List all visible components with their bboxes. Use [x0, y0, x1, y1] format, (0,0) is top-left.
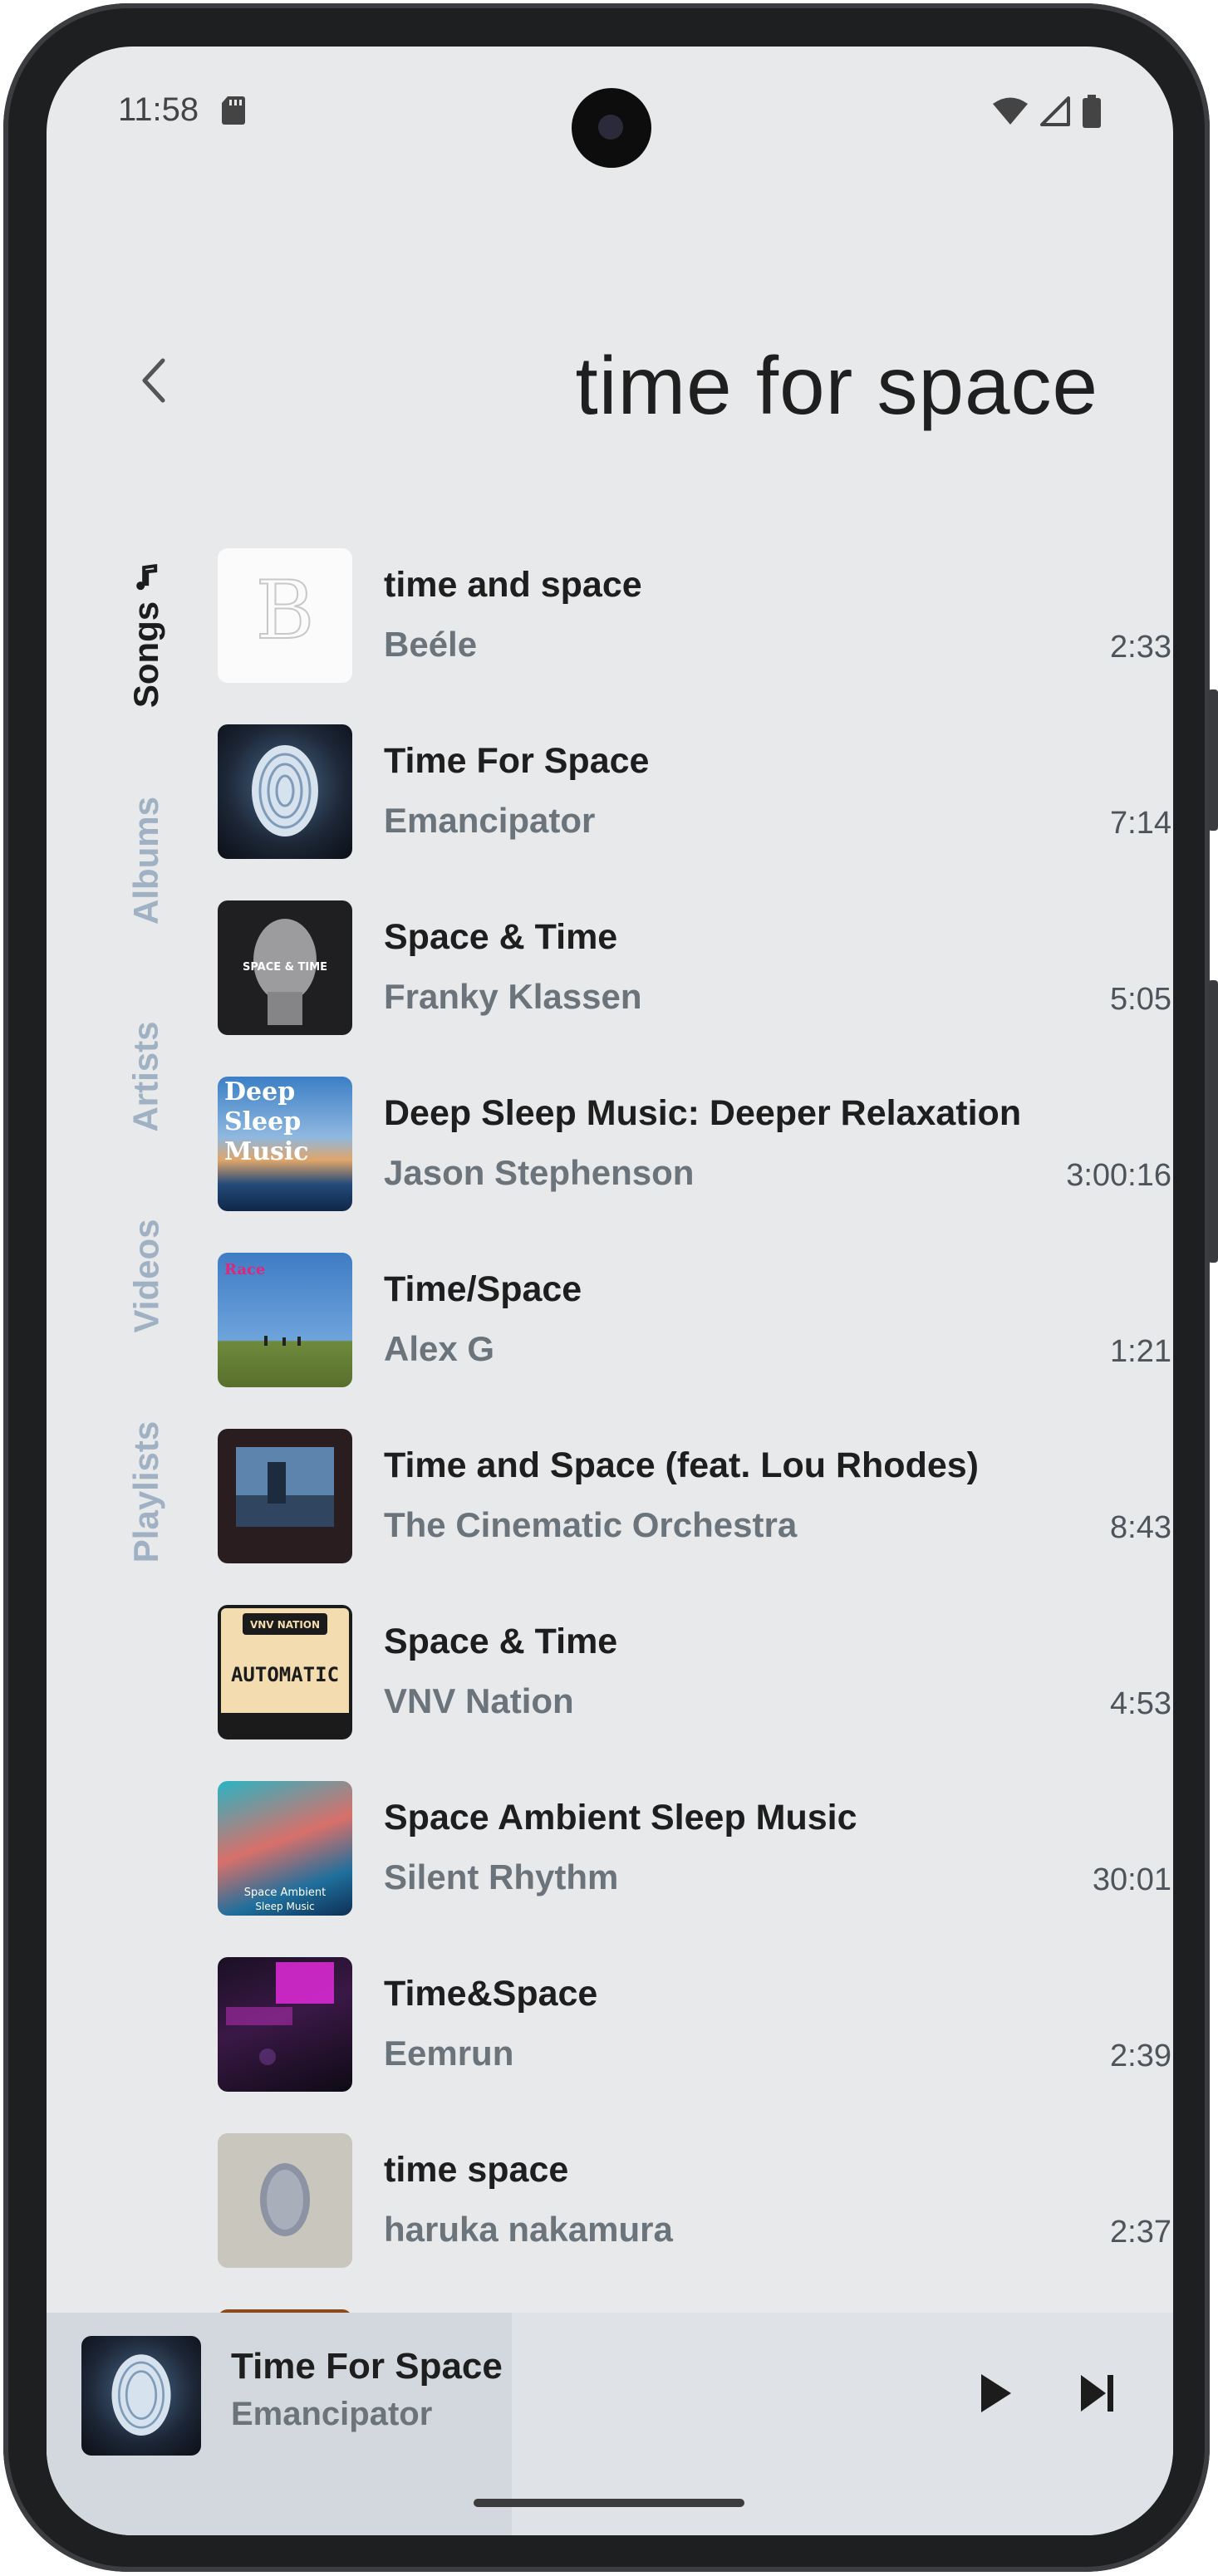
song-duration: 8:43 — [1110, 1510, 1171, 1545]
page-title: time for space — [575, 340, 1098, 431]
song-row[interactable]: B time and space Beéle 2:33 — [218, 548, 1173, 684]
song-title: time space — [384, 2150, 569, 2190]
song-artist: Alex G — [384, 1329, 495, 1368]
svg-text:B: B — [256, 564, 315, 657]
song-artist: haruka nakamura — [384, 2210, 673, 2249]
song-title: time and space — [384, 565, 642, 605]
song-duration: 1:21 — [1110, 1334, 1171, 1369]
song-duration: 2:39 — [1110, 2039, 1171, 2073]
now-playing-artist: Emancipator — [231, 2396, 433, 2432]
now-playing-art — [81, 2336, 201, 2456]
album-art — [218, 1957, 352, 2092]
song-title: Space & Time — [384, 917, 618, 957]
song-duration: 7:14 — [1110, 806, 1171, 841]
play-icon — [981, 2374, 1011, 2412]
svg-text:Music: Music — [224, 1137, 309, 1166]
song-row[interactable]: Race Time/Space Alex G 1:21 — [218, 1253, 1173, 1389]
song-duration: 2:33 — [1110, 630, 1171, 665]
status-icons — [992, 95, 1102, 128]
tab-label: Songs — [126, 601, 165, 709]
song-artist: Franky Klassen — [384, 977, 642, 1016]
svg-text:Sleep: Sleep — [224, 1107, 301, 1136]
tab-videos[interactable]: Videos — [96, 1193, 196, 1359]
play-button[interactable] — [967, 2364, 1025, 2422]
song-title: Time&Space — [384, 1974, 598, 2014]
signal-icon — [1040, 96, 1070, 126]
song-duration: 5:05 — [1110, 982, 1171, 1017]
song-title: Time/Space — [384, 1269, 582, 1309]
power-button — [1208, 980, 1218, 1263]
wifi-icon — [993, 97, 1028, 125]
album-art — [218, 2133, 352, 2268]
song-title: Time and Space (feat. Lou Rhodes) — [384, 1445, 979, 1485]
album-art: Deep Sleep Music — [218, 1077, 352, 1211]
album-art — [218, 724, 352, 859]
song-row[interactable]: Time and Space (feat. Lou Rhodes) The Ci… — [218, 1429, 1173, 1565]
svg-text:SPACE & TIME: SPACE & TIME — [243, 961, 327, 974]
album-art — [218, 1429, 352, 1563]
svg-text:Sleep Music: Sleep Music — [255, 1901, 314, 1912]
song-duration: 3:00:16 — [1066, 1158, 1171, 1193]
skip-next-button[interactable] — [1068, 2364, 1127, 2422]
album-art: SPACE & TIME — [218, 900, 352, 1035]
svg-text:Space Ambient: Space Ambient — [244, 1887, 327, 1899]
album-art: Race — [218, 1253, 352, 1387]
tab-artists[interactable]: Artists — [96, 994, 196, 1160]
tab-albums[interactable]: Albums — [96, 778, 196, 944]
sd-card-icon — [222, 96, 245, 125]
svg-text:VNV NATION: VNV NATION — [250, 1619, 320, 1631]
song-row[interactable]: Time For Space Emancipator 7:14 — [218, 724, 1173, 861]
volume-button — [1208, 689, 1218, 831]
now-playing-title: Time For Space — [231, 2346, 503, 2387]
song-title: Deep Sleep Music: Deeper Relaxation — [384, 1093, 1022, 1133]
song-row[interactable]: Space Ambient Sleep Music Space Ambient … — [218, 1781, 1173, 1917]
front-camera — [572, 88, 651, 168]
chevron-left-icon — [142, 358, 165, 403]
skip-next-icon — [1081, 2375, 1113, 2412]
album-art: Space Ambient Sleep Music — [218, 1781, 352, 1916]
song-duration: 4:53 — [1110, 1686, 1171, 1721]
song-artist: Beéle — [384, 625, 478, 664]
svg-text:Race: Race — [224, 1261, 265, 1278]
album-art: B — [218, 548, 352, 683]
song-title: Space & Time — [384, 1622, 618, 1661]
tab-playlists[interactable]: Playlists — [96, 1392, 196, 1592]
screen: 11:58 time for space Songs Albums Artist… — [47, 47, 1173, 2535]
back-button[interactable] — [113, 339, 196, 422]
home-indicator — [474, 2499, 744, 2507]
song-artist: Eemrun — [384, 2034, 514, 2073]
tab-label: Artists — [126, 1021, 166, 1132]
song-row[interactable]: Time&Space Eemrun 2:39 — [218, 1957, 1173, 2093]
song-artist: Silent Rhythm — [384, 1857, 619, 1896]
tab-label: Albums — [126, 796, 166, 925]
song-row[interactable]: SPACE & TIME Space & Time Franky Klassen… — [218, 900, 1173, 1037]
tab-label: Playlists — [126, 1420, 166, 1563]
battery-icon — [1083, 95, 1101, 128]
song-artist: The Cinematic Orchestra — [384, 1505, 798, 1544]
svg-text:Deep: Deep — [224, 1077, 295, 1106]
song-title: Time For Space — [384, 741, 650, 781]
song-title: Space Ambient Sleep Music — [384, 1798, 857, 1838]
song-artist: VNV Nation — [384, 1681, 574, 1720]
status-time: 11:58 — [118, 91, 199, 128]
music-note-icon — [136, 563, 157, 590]
song-row[interactable]: Deep Sleep Music Deep Sleep Music: Deepe… — [218, 1077, 1173, 1213]
song-duration: 2:37 — [1110, 2215, 1171, 2250]
song-artist: Emancipator — [384, 801, 596, 840]
tab-label: Videos — [126, 1219, 166, 1333]
song-artist: Jason Stephenson — [384, 1153, 695, 1192]
song-duration: 30:01 — [1092, 1862, 1171, 1897]
song-row[interactable]: VNV NATION AUTOMATIC Space & Time VNV Na… — [218, 1605, 1173, 1741]
song-row[interactable]: time space haruka nakamura 2:37 — [218, 2133, 1173, 2269]
tab-songs[interactable]: Songs — [96, 563, 196, 708]
svg-text:AUTOMATIC: AUTOMATIC — [231, 1663, 339, 1686]
album-art: VNV NATION AUTOMATIC — [218, 1605, 352, 1739]
